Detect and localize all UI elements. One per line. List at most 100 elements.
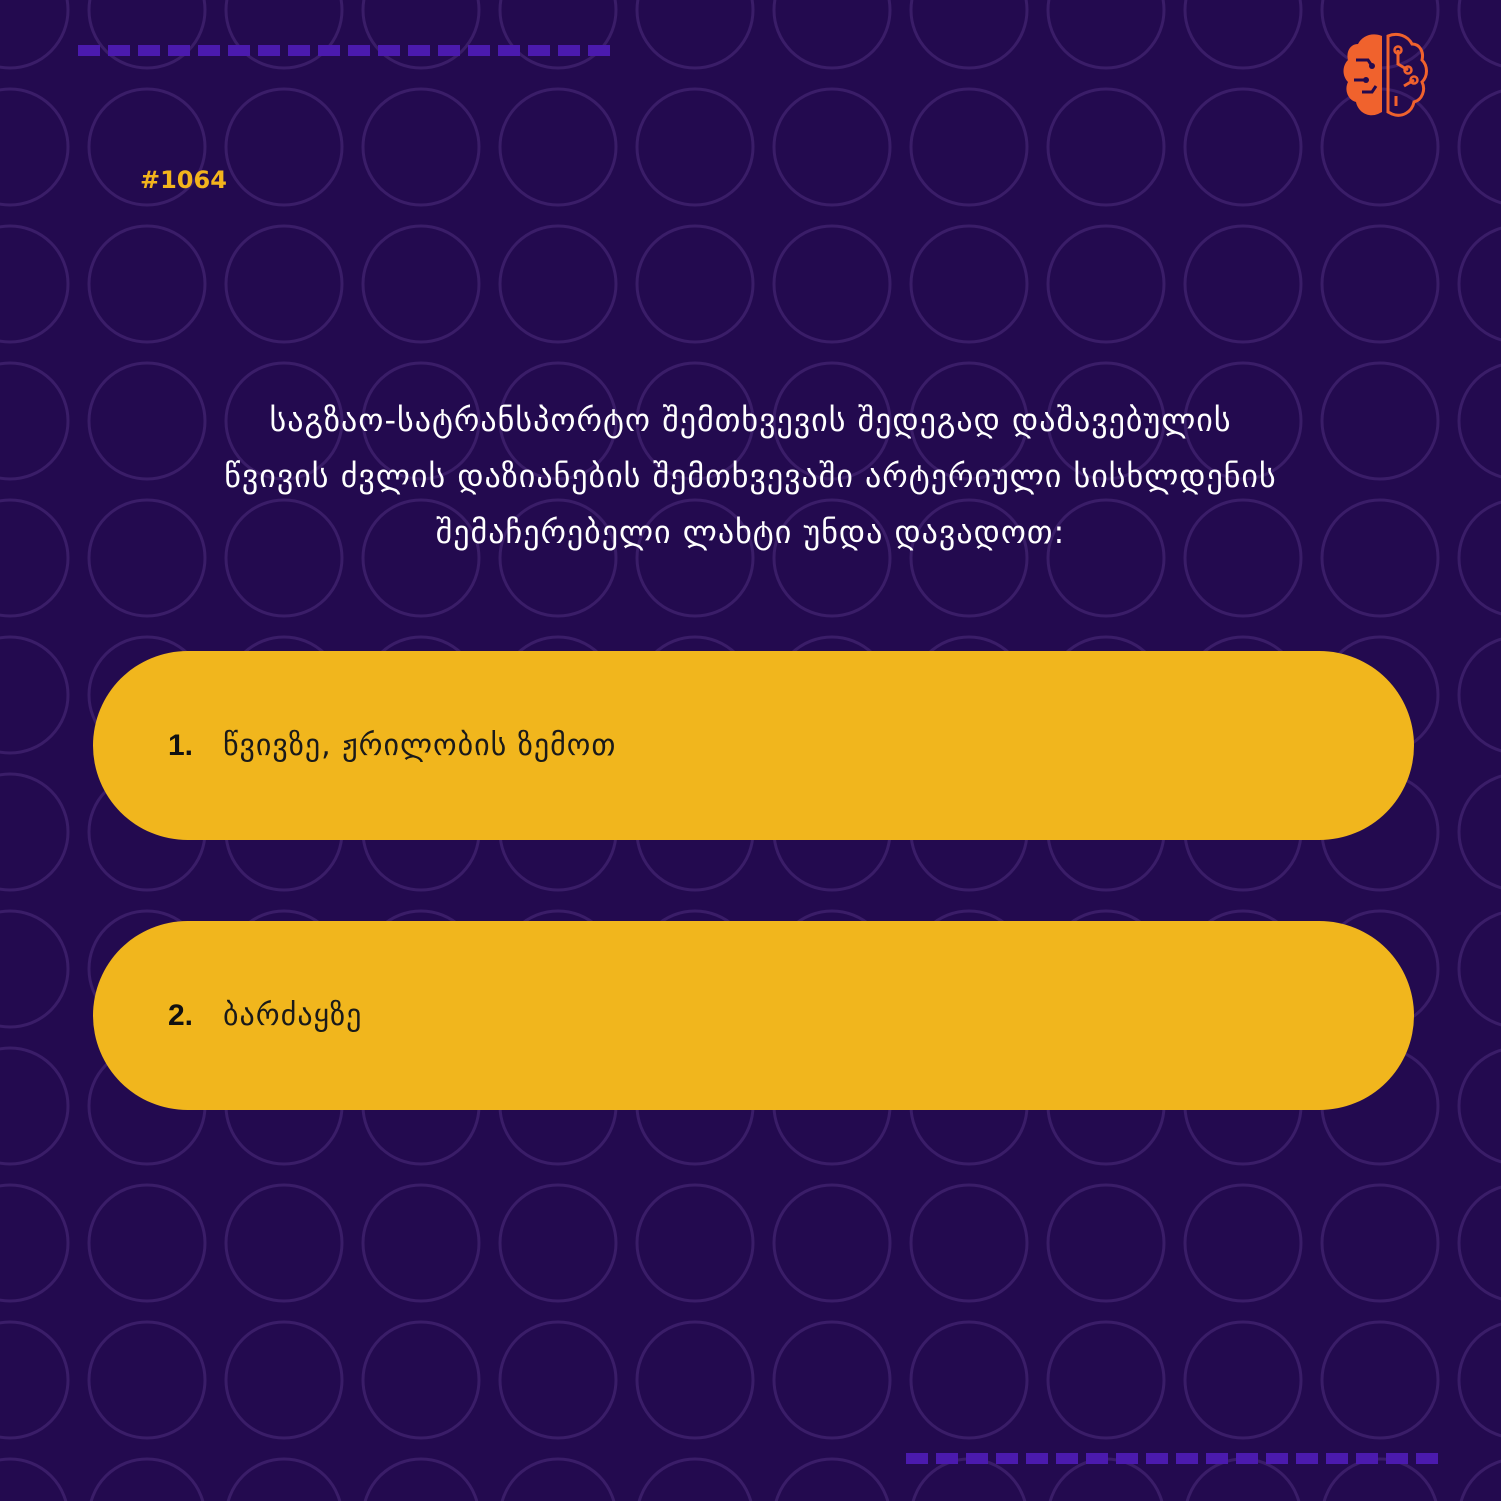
pattern-circle <box>1046 87 1166 207</box>
dash-segment <box>288 45 310 56</box>
question-number: #1064 <box>140 166 227 194</box>
dash-segment <box>966 1453 988 1464</box>
pattern-circle <box>0 1183 70 1303</box>
pattern-circle <box>1183 0 1303 70</box>
dash-segment <box>498 45 520 56</box>
pattern-circle <box>0 224 70 344</box>
pattern-circle <box>772 87 892 207</box>
dash-segment <box>996 1453 1018 1464</box>
dash-segment <box>1176 1453 1198 1464</box>
pattern-circle <box>498 0 618 70</box>
answer-text: ბარძაყზე <box>223 998 363 1033</box>
pattern-circle <box>0 635 70 755</box>
dash-segment <box>588 45 610 56</box>
pattern-circle <box>224 1183 344 1303</box>
dash-segment <box>1086 1453 1108 1464</box>
pattern-circle <box>89 1457 205 1501</box>
answer-list: 1. წვივზე, ჟრილობის ზემოთ 2. ბარძაყზე <box>93 651 1414 1191</box>
answer-option-2[interactable]: 2. ბარძაყზე <box>93 921 1414 1110</box>
dash-segment <box>1356 1453 1378 1464</box>
pattern-circle <box>635 1320 755 1440</box>
dash-segment <box>108 45 130 56</box>
pattern-circle <box>224 87 344 207</box>
dash-segment <box>438 45 460 56</box>
dash-segment <box>228 45 250 56</box>
pattern-circle <box>1457 637 1501 753</box>
pattern-circle <box>1320 1320 1440 1440</box>
pattern-circle <box>87 1320 207 1440</box>
pattern-circle <box>635 87 755 207</box>
pattern-circle <box>500 1457 616 1501</box>
pattern-circle <box>1457 911 1501 1027</box>
dash-segment <box>1206 1453 1228 1464</box>
pattern-circle <box>361 224 481 344</box>
dash-segment <box>1296 1453 1318 1464</box>
dash-segment <box>936 1453 958 1464</box>
pattern-circle <box>635 0 755 70</box>
brain-circuit-icon <box>1343 32 1428 117</box>
pattern-circle <box>909 0 1029 70</box>
pattern-circle <box>226 1457 342 1501</box>
dash-segment <box>78 45 100 56</box>
pattern-circle <box>87 0 207 70</box>
bottom-dash-decoration <box>906 1453 1438 1464</box>
pattern-circle <box>224 1320 344 1440</box>
pattern-circle <box>911 1457 1027 1501</box>
dash-segment <box>1236 1453 1258 1464</box>
dash-segment <box>1146 1453 1168 1464</box>
pattern-circle <box>1046 224 1166 344</box>
pattern-circle <box>498 1183 618 1303</box>
pattern-circle <box>1457 0 1501 68</box>
pattern-circle <box>909 87 1029 207</box>
dash-segment <box>348 45 370 56</box>
pattern-circle <box>1457 1185 1501 1301</box>
pattern-circle <box>361 1183 481 1303</box>
question-line: საგზაო-სატრანსპორტო შემთხვევის შედეგად დ… <box>269 401 1232 439</box>
pattern-circle <box>1322 1457 1438 1501</box>
dash-segment <box>1386 1453 1408 1464</box>
dash-segment <box>318 45 340 56</box>
top-dash-decoration <box>78 45 610 56</box>
pattern-circle <box>0 1457 68 1501</box>
pattern-circle <box>0 0 70 70</box>
dash-segment <box>528 45 550 56</box>
pattern-circle <box>1183 87 1303 207</box>
pattern-circle <box>361 87 481 207</box>
pattern-circle <box>772 1320 892 1440</box>
dash-segment <box>378 45 400 56</box>
answer-number: 1. <box>168 728 194 762</box>
pattern-circle <box>772 224 892 344</box>
pattern-circle <box>1048 1457 1164 1501</box>
pattern-circle <box>87 224 207 344</box>
question-line: შემაჩერებელი ლახტი უნდა დავადოთ: <box>435 513 1066 551</box>
dash-segment <box>198 45 220 56</box>
pattern-circle <box>1457 1322 1501 1438</box>
pattern-circle <box>637 1457 753 1501</box>
dash-segment <box>1026 1453 1048 1464</box>
pattern-circle <box>0 772 70 892</box>
pattern-circle <box>224 224 344 344</box>
pattern-circle <box>1320 224 1440 344</box>
answer-number: 2. <box>168 998 194 1032</box>
dash-segment <box>906 1453 928 1464</box>
pattern-circle <box>1046 1320 1166 1440</box>
pattern-circle <box>909 1320 1029 1440</box>
dash-segment <box>138 45 160 56</box>
pattern-circle <box>635 1183 755 1303</box>
pattern-circle <box>0 87 70 207</box>
pattern-circle <box>1183 1183 1303 1303</box>
pattern-circle <box>1320 1183 1440 1303</box>
question-text: საგზაო-სატრანსპორტო შემთხვევის შედეგად დ… <box>100 392 1401 560</box>
pattern-circle <box>1457 1048 1501 1164</box>
pattern-circle <box>87 1183 207 1303</box>
pattern-circle <box>1457 226 1501 342</box>
pattern-circle <box>1046 1183 1166 1303</box>
pattern-circle <box>363 1457 479 1501</box>
pattern-circle <box>1183 224 1303 344</box>
pattern-circle <box>361 1320 481 1440</box>
pattern-circle <box>909 1183 1029 1303</box>
dash-segment <box>1056 1453 1078 1464</box>
answer-option-1[interactable]: 1. წვივზე, ჟრილობის ზემოთ <box>93 651 1414 840</box>
pattern-circle <box>635 224 755 344</box>
answer-text: წვივზე, ჟრილობის ზემოთ <box>223 728 617 763</box>
